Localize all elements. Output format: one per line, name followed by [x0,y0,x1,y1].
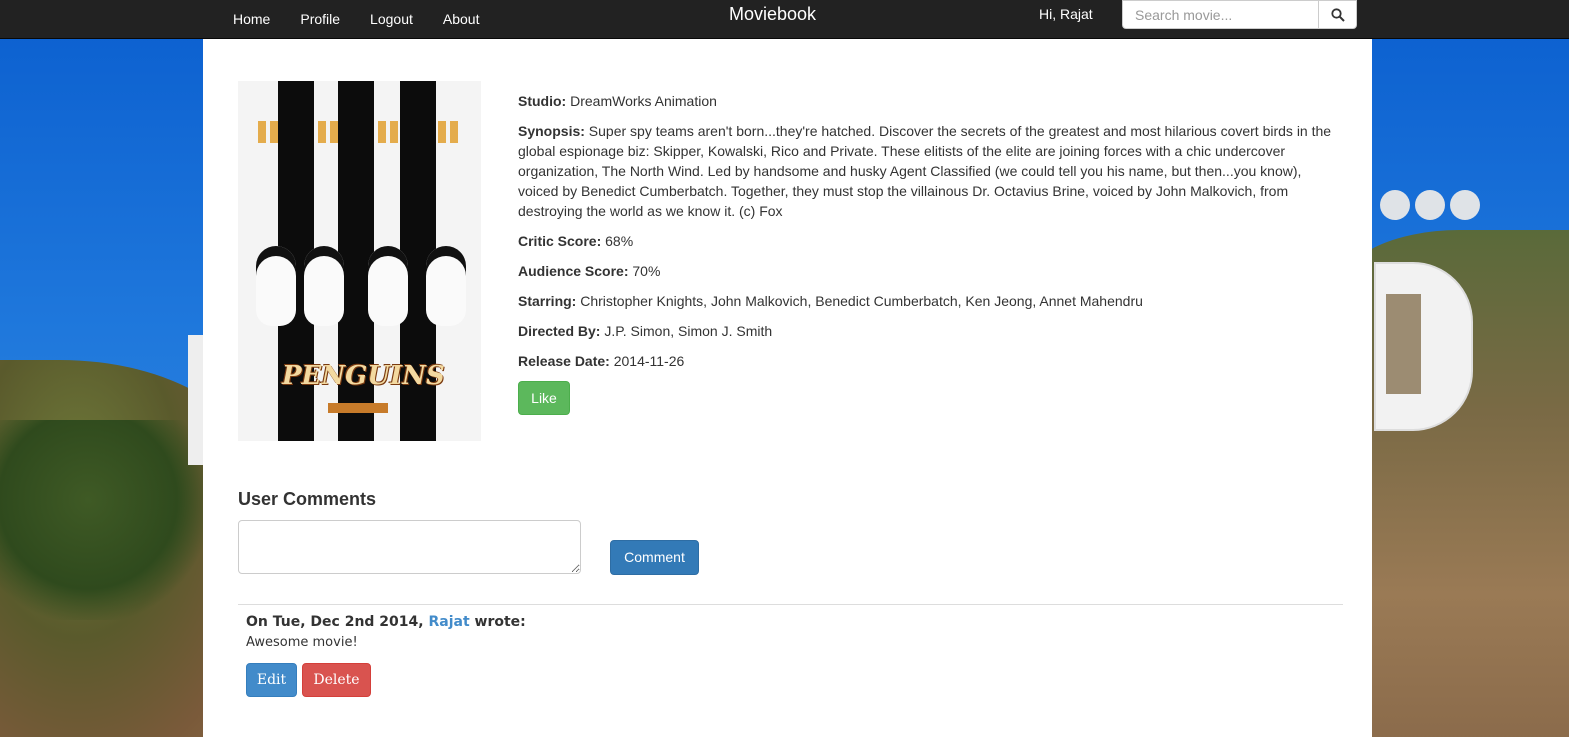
starring-value: Christopher Knights, John Malkovich, Ben… [580,293,1143,309]
search-button[interactable] [1318,0,1357,29]
comment-textarea[interactable] [238,520,581,574]
comments-heading: User Comments [238,489,377,509]
poster-title: PENGUINS [282,361,445,391]
nav-links: Home Profile Logout About [218,0,494,38]
directed-by-row: Directed By: J.P. Simon, Simon J. Smith [518,323,773,339]
synopsis-row: Synopsis: Super spy teams aren't born...… [518,123,1332,219]
synopsis-value: Super spy teams aren't born...they're ha… [518,123,1332,219]
nav-profile-link[interactable]: Profile [285,11,355,27]
critic-score-value: 68% [605,233,634,249]
movie-poster: PENGUINS [238,81,481,441]
like-button[interactable]: Like [518,381,570,415]
nav-about-link[interactable]: About [428,11,495,27]
comment-button[interactable]: Comment [610,540,699,575]
release-date-row: Release Date: 2014-11-26 [518,353,685,369]
studio-value: DreamWorks Animation [570,93,717,109]
edit-comment-button[interactable]: Edit [246,663,297,697]
comment-meta: On Tue, Dec 2nd 2014, Rajat wrote: [246,614,526,630]
directed-by-value: J.P. Simon, Simon J. Smith [604,323,773,339]
user-greeting: Hi, Rajat [1039,6,1093,22]
studio-row: Studio: DreamWorks Animation [518,93,717,109]
hollywood-sign-letter [1374,262,1473,431]
nav-logout-link[interactable]: Logout [355,11,428,27]
release-date-value: 2014-11-26 [613,353,685,369]
divider [238,604,1343,605]
starring-row: Starring: Christopher Knights, John Malk… [518,293,1143,309]
navbar: Home Profile Logout About Moviebook Hi, … [0,0,1569,39]
audience-score-row: Audience Score: 70% [518,263,661,279]
search-input[interactable] [1122,0,1318,29]
movie-panel: PENGUINS Studio: DreamWorks Animation Sy… [203,38,1372,737]
nav-home-link[interactable]: Home [218,11,285,27]
search-icon [1330,7,1345,22]
brand-logo[interactable]: Moviebook [729,0,816,28]
audience-score-value: 70% [632,263,661,279]
comment-text: Awesome movie! [246,635,358,650]
comment-author-link[interactable]: Rajat [428,614,469,630]
movie-details: Studio: DreamWorks Animation Synopsis: S… [518,91,1338,381]
search-form [1122,0,1357,29]
delete-comment-button[interactable]: Delete [302,663,371,697]
antenna-array [1380,190,1500,230]
critic-score-row: Critic Score: 68% [518,233,634,249]
